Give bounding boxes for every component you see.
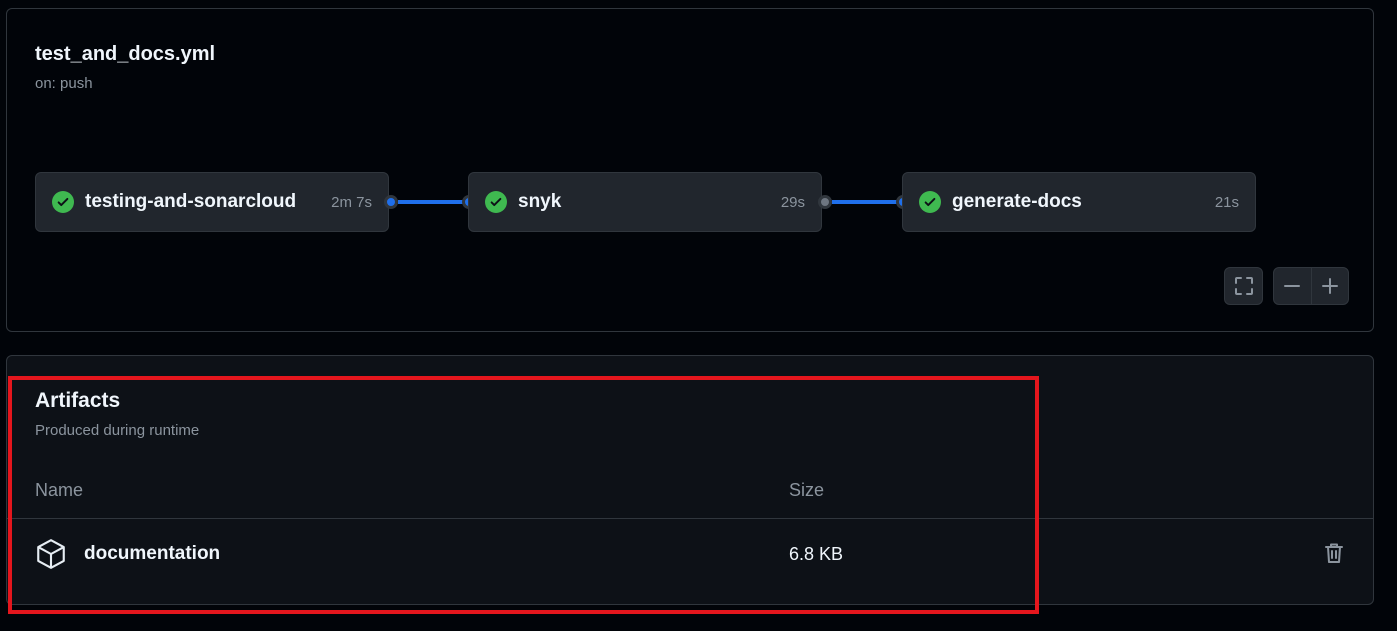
job-output-connector xyxy=(384,195,398,209)
job-output-connector xyxy=(818,195,832,209)
job-card-generate-docs[interactable]: generate-docs 21s xyxy=(902,172,1256,232)
fullscreen-icon xyxy=(1225,268,1262,304)
zoom-controls xyxy=(1273,267,1349,305)
job-name: snyk xyxy=(518,191,562,212)
artifacts-title: Artifacts xyxy=(35,389,121,412)
artifact-row: documentation 6.8 KB xyxy=(7,519,1373,593)
job-dependency-line xyxy=(398,200,468,204)
job-duration: 29s xyxy=(780,193,805,211)
job-duration: 21s xyxy=(1214,193,1239,211)
artifacts-panel: Artifacts Produced during runtime Name S… xyxy=(6,355,1374,605)
artifacts-subtitle: Produced during runtime xyxy=(35,422,200,439)
artifact-size: 6.8 KB xyxy=(789,544,844,564)
job-name: generate-docs xyxy=(952,191,1082,212)
success-check-icon xyxy=(485,191,507,213)
job-card-snyk[interactable]: snyk 29s xyxy=(468,172,822,232)
workflow-graph-panel: test_and_docs.yml on: push testing-and-s… xyxy=(6,8,1374,332)
job-duration: 2m 7s xyxy=(331,193,372,211)
workflow-trigger: on: push xyxy=(35,75,93,92)
job-dependency-line xyxy=(832,200,902,204)
fullscreen-button[interactable] xyxy=(1224,267,1263,305)
workflow-title[interactable]: test_and_docs.yml xyxy=(35,43,215,66)
artifact-name-link[interactable]: documentation xyxy=(84,543,220,565)
delete-artifact-button[interactable] xyxy=(1323,541,1347,567)
zoom-in-button[interactable] xyxy=(1311,268,1348,304)
success-check-icon xyxy=(919,191,941,213)
package-icon xyxy=(34,537,68,571)
plus-icon xyxy=(1321,278,1338,294)
job-name: testing-and-sonarcloud xyxy=(85,191,297,212)
success-check-icon xyxy=(52,191,74,213)
job-card-testing-and-sonarcloud[interactable]: testing-and-sonarcloud 2m 7s xyxy=(35,172,389,232)
minus-icon xyxy=(1284,285,1301,287)
column-header-name: Name xyxy=(35,480,84,500)
trash-icon xyxy=(1325,543,1343,563)
column-header-size: Size xyxy=(789,480,825,500)
zoom-out-button[interactable] xyxy=(1274,268,1311,304)
